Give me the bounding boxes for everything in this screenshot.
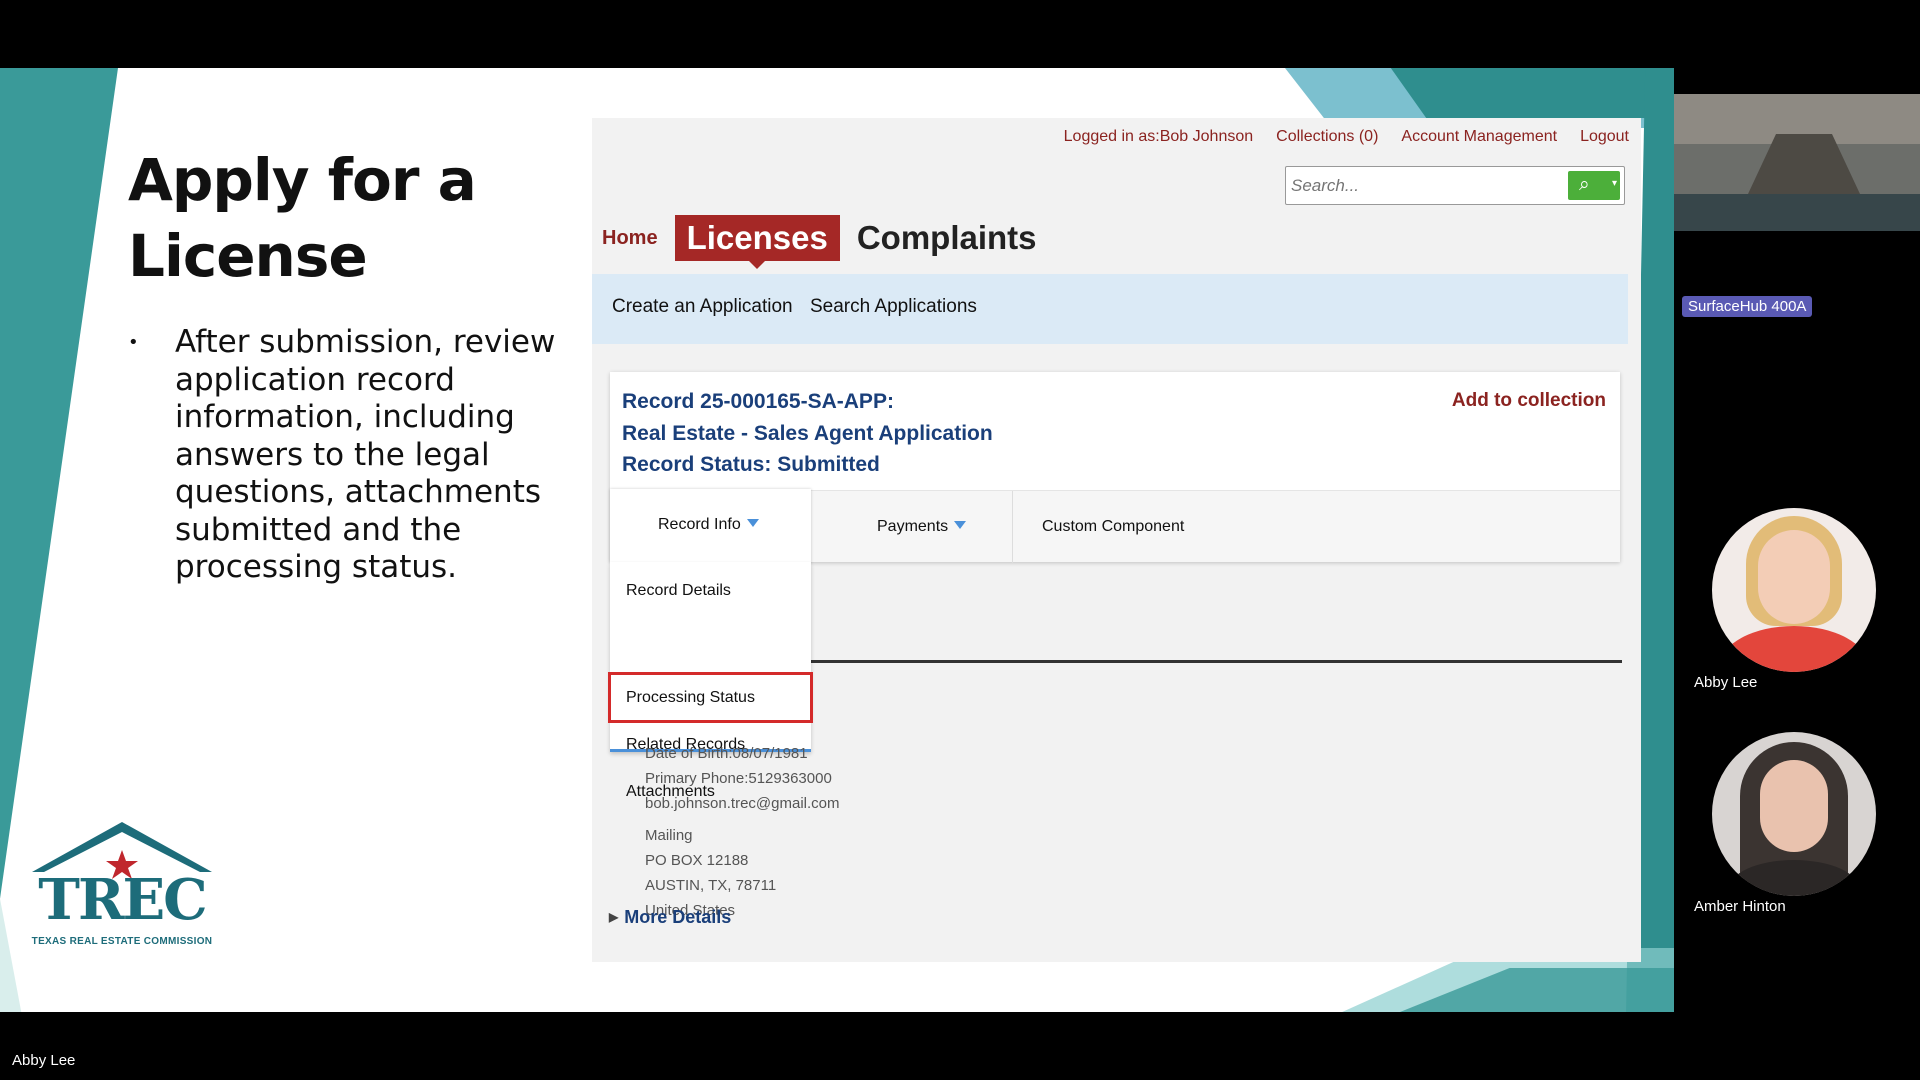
record-number: Record 25-000165-SA-APP: [622,390,894,413]
collections-link[interactable]: Collections (0) [1276,128,1378,146]
slide-bullet: • After submission, review application r… [128,324,568,587]
record-title: Record 25-000165-SA-APP: Real Estate - S… [622,386,993,481]
bullet-marker: • [128,332,139,353]
record-type: Real Estate - Sales Agent Application [622,421,993,445]
room-video-tile[interactable] [1674,94,1920,231]
room-floor [1674,194,1920,231]
participant-avatar-amber[interactable] [1712,732,1876,896]
search-icon: ⌕ [1579,174,1590,195]
logo-subtitle: TEXAS REAL ESTATE COMMISSION [31,936,213,947]
date-of-birth: Date of Birth:08/07/1981 [645,745,808,762]
participant-name: Abby Lee [1694,674,1758,691]
record-info-menu: Record Details Processing Status Related… [608,562,813,800]
slide-title: Apply for a License [128,146,477,290]
address-line-1: PO BOX 12188 [645,852,749,869]
record-header: Record 25-000165-SA-APP: Real Estate - S… [610,372,1620,563]
logged-in-label: Logged in as:Bob Johnson [1063,128,1254,145]
record-tabs: Record Info Payments Custom Component [610,489,1620,563]
tab-payments[interactable]: Payments [877,518,967,536]
caret-right-icon: ▶ [609,910,619,924]
top-links: Logged in as:Bob Johnson Collections (0)… [1064,128,1629,146]
participant-name: Amber Hinton [1694,898,1786,915]
add-to-collection-link[interactable]: Add to collection [1452,390,1606,412]
email: bob.johnson.trec@gmail.com [645,795,840,812]
search-button[interactable]: ⌕ ▾ [1568,171,1620,200]
nav-complaints[interactable]: Complaints [857,219,1037,257]
address-line-2: AUSTIN, TX, 78711 [645,877,777,894]
section-divider [811,660,1622,663]
create-application-link[interactable]: Create an Application [612,296,793,318]
trec-logo: TREC TEXAS REAL ESTATE COMMISSION [22,820,222,950]
logo-text: TREC [38,867,207,933]
nav-licenses[interactable]: Licenses [674,215,840,269]
primary-phone: Primary Phone:5129363000 [645,770,832,787]
applicant-details: Date of Birth:08/07/1981 Primary Phone:5… [645,741,840,923]
nav-home[interactable]: Home [602,227,658,250]
mailing-label: Mailing [645,827,693,844]
logout-link[interactable]: Logout [1580,128,1629,146]
dropdown-arrow-icon [746,519,759,527]
participant-avatar-abby[interactable] [1712,508,1876,672]
search-box: ⌕ ▾ [1285,166,1625,205]
menu-item-record-details[interactable]: Record Details [626,582,731,600]
record-status: Record Status: Submitted [622,453,880,476]
more-details-toggle[interactable]: ▶ More Details [609,907,731,928]
presentation-slide: Apply for a License • After submission, … [0,68,1674,1012]
sub-nav: Create an Application Search Application… [592,274,1628,344]
search-input[interactable] [1291,172,1571,199]
dropdown-arrow-icon [954,521,967,529]
presenter-name: Abby Lee [12,1052,76,1069]
highlight-box [608,672,813,723]
meeting-window: Apply for a License • After submission, … [0,0,1920,1080]
account-management-link[interactable]: Account Management [1401,128,1557,146]
tab-divider [1012,491,1013,563]
license-portal-screenshot: Logged in as:Bob Johnson Collections (0)… [592,118,1641,962]
chevron-down-icon: ▾ [1611,178,1617,189]
bullet-text: After submission, review application rec… [175,324,556,585]
tab-record-info-label: Record Info [658,516,759,534]
room-label: SurfaceHub 400A [1682,296,1813,317]
tab-custom-component[interactable]: Custom Component [1042,518,1184,536]
search-applications-link[interactable]: Search Applications [810,296,977,318]
main-nav: Home Licenses Complaints [602,215,1037,269]
tab-record-info[interactable]: Record Info [610,489,811,563]
